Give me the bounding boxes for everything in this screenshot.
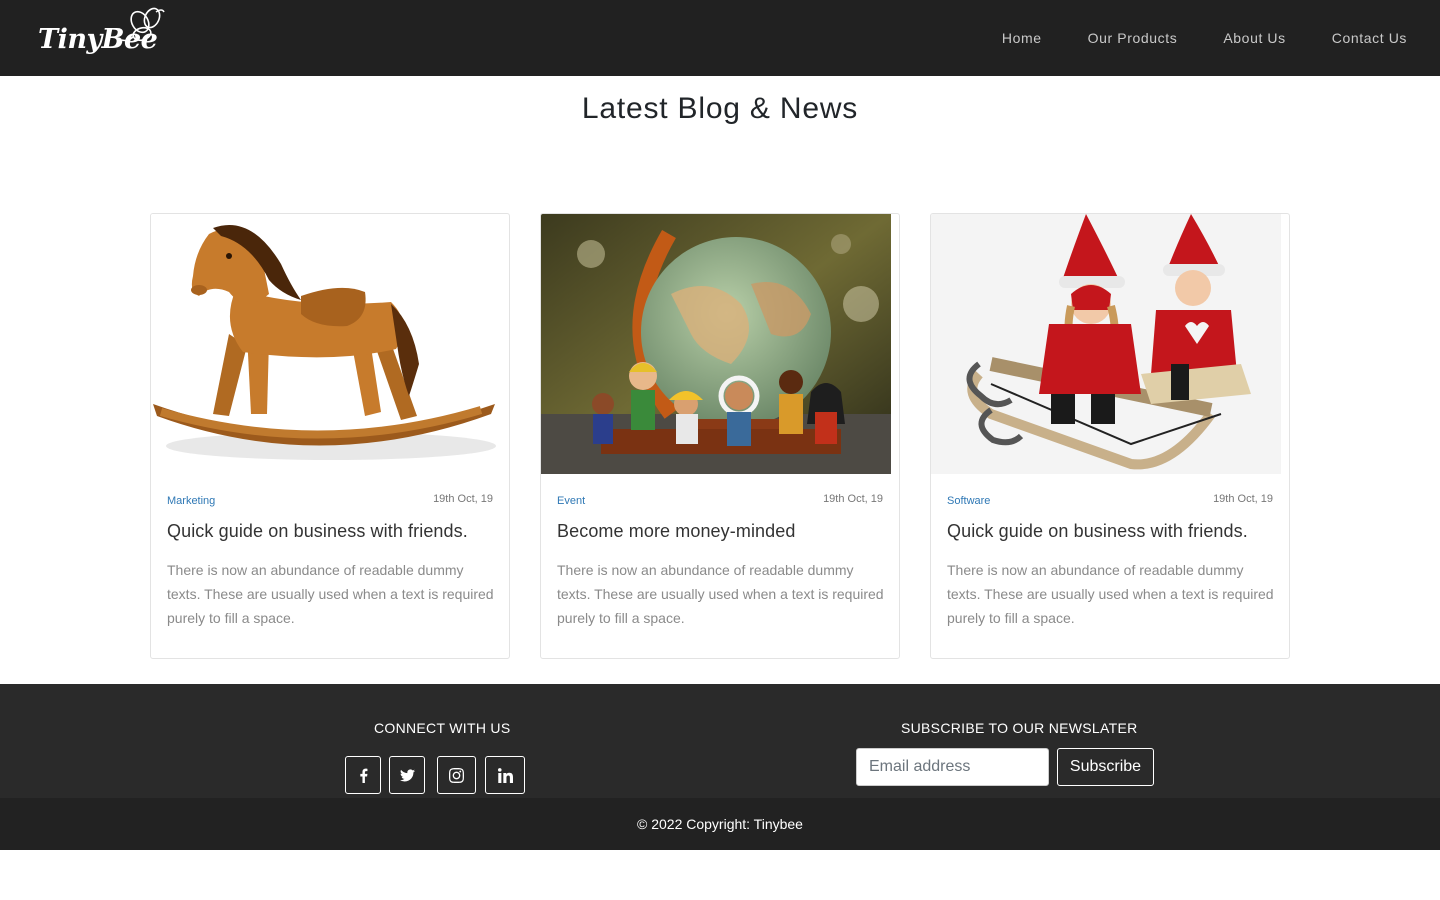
card-image-sled-dolls[interactable] bbox=[931, 214, 1281, 474]
nav-home[interactable]: Home bbox=[979, 30, 1065, 46]
card-category[interactable]: Event bbox=[557, 495, 585, 507]
facebook-icon bbox=[359, 768, 367, 783]
connect-heading: CONNECT WITH US bbox=[374, 720, 511, 736]
blog-card: Marketing 19th Oct, 19 Quick guide on bu… bbox=[150, 213, 510, 659]
newsletter-heading: SUBSCRIBE TO OUR NEWSLATER bbox=[901, 720, 1138, 736]
card-image-globe-dolls[interactable] bbox=[541, 214, 891, 474]
card-title[interactable]: Become more money-minded bbox=[557, 521, 887, 542]
card-category[interactable]: Marketing bbox=[167, 495, 215, 507]
nav-about-us[interactable]: About Us bbox=[1200, 30, 1308, 46]
navbar: TinyBee Home Our Products About Us Conta… bbox=[0, 0, 1440, 76]
card-text: There is now an abundance of readable du… bbox=[947, 562, 1274, 626]
blog-card: Event 19th Oct, 19 Become more money-min… bbox=[540, 213, 900, 659]
card-date: 19th Oct, 19 bbox=[433, 493, 493, 505]
card-date: 19th Oct, 19 bbox=[1213, 493, 1273, 505]
subscribe-button[interactable]: Subscribe bbox=[1057, 748, 1154, 786]
nav-contact-us[interactable]: Contact Us bbox=[1309, 30, 1440, 46]
blog-card: Software 19th Oct, 19 Quick guide on bus… bbox=[930, 213, 1290, 659]
card-date: 19th Oct, 19 bbox=[823, 493, 883, 505]
section-title: Latest Blog & News bbox=[581, 92, 859, 125]
main-nav: Home Our Products About Us Contact Us bbox=[979, 0, 1440, 76]
copyright-bar: © 2022 Copyright: Tinybee bbox=[0, 798, 1440, 850]
card-title[interactable]: Quick guide on business with friends. bbox=[167, 521, 497, 542]
footer: CONNECT WITH US SUBSCRIBE TO OUR NEWSLAT… bbox=[0, 684, 1440, 798]
brand-logo[interactable]: TinyBee bbox=[36, 6, 168, 66]
globe-dolls-image bbox=[541, 214, 891, 474]
email-input[interactable] bbox=[856, 748, 1049, 786]
card-image-rocking-horse[interactable] bbox=[151, 214, 501, 474]
rocking-horse-image bbox=[151, 214, 501, 474]
linkedin-icon bbox=[497, 767, 513, 783]
sled-dolls-image bbox=[931, 214, 1281, 474]
linkedin-button[interactable] bbox=[485, 756, 525, 794]
card-text: There is now an abundance of readable du… bbox=[557, 562, 884, 626]
facebook-button[interactable] bbox=[345, 756, 381, 794]
bee-icon bbox=[121, 7, 165, 42]
card-category[interactable]: Software bbox=[947, 495, 990, 507]
instagram-button[interactable] bbox=[437, 756, 476, 794]
card-title[interactable]: Quick guide on business with friends. bbox=[947, 521, 1277, 542]
twitter-button[interactable] bbox=[389, 756, 425, 794]
twitter-icon bbox=[399, 768, 415, 781]
instagram-icon bbox=[449, 767, 464, 783]
card-text: There is now an abundance of readable du… bbox=[167, 562, 494, 626]
nav-our-products[interactable]: Our Products bbox=[1065, 30, 1201, 46]
